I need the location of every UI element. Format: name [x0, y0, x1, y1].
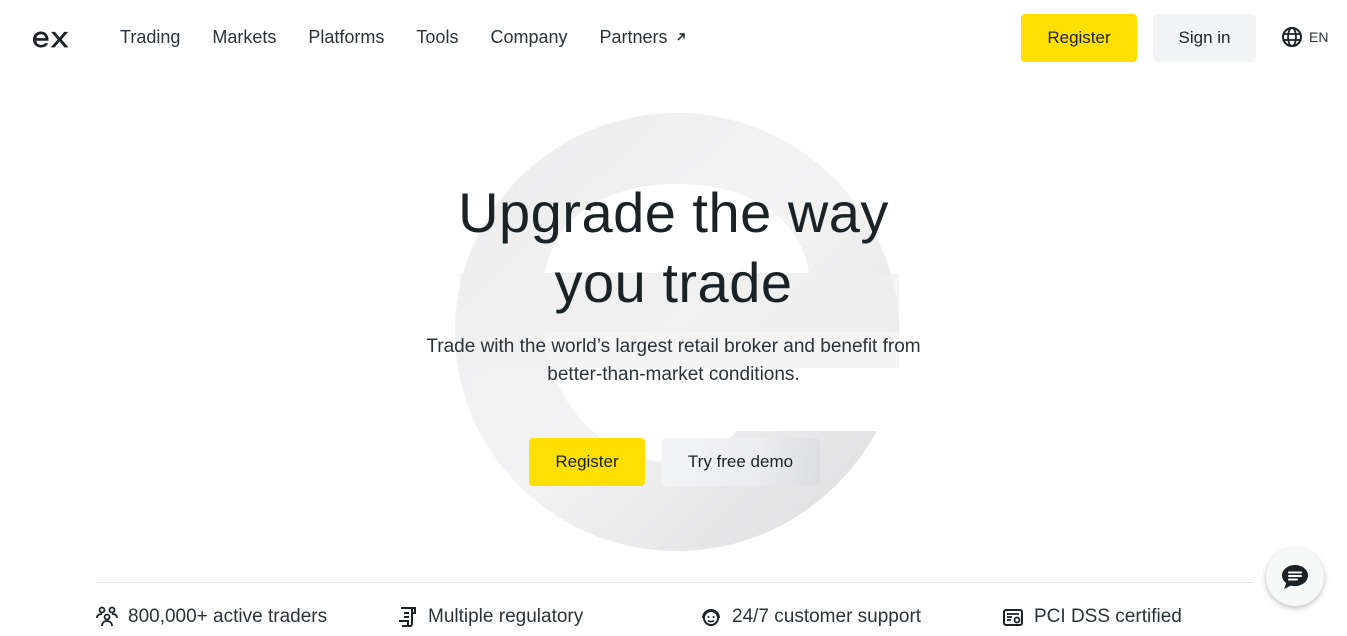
globe-icon	[1282, 27, 1302, 47]
support-smile-icon	[702, 609, 720, 626]
hero-title: Upgrade the way you trade	[300, 178, 1047, 318]
feature-pci-dss: PCI DSS certified	[1002, 606, 1182, 628]
nav-label: Company	[490, 27, 568, 47]
users-icon	[96, 606, 118, 627]
nav-label: Markets	[212, 27, 277, 47]
features-row: 800,000+ active traders Multiple regulat…	[96, 606, 1256, 636]
feature-support: 24/7 customer support	[700, 606, 921, 628]
feature-label: Multiple regulatory	[428, 606, 584, 627]
try-free-demo-button[interactable]: Try free demo	[661, 438, 820, 486]
hero-title-line-2: you trade	[554, 251, 793, 314]
nav-label: Platforms	[308, 27, 385, 47]
hero-subtitle-line-1: Trade with the world’s largest retail br…	[426, 336, 921, 357]
nav-tools[interactable]: Tools	[416, 24, 458, 50]
chat-bubble-icon	[1282, 565, 1308, 589]
nav-label: Partners	[599, 27, 668, 47]
feature-label: 800,000+ active traders	[128, 606, 328, 627]
header-register-button[interactable]: Register	[1021, 14, 1137, 62]
language-code: EN	[1309, 29, 1329, 45]
hero-register-button[interactable]: Register	[529, 438, 645, 486]
arrow-up-right-icon	[677, 33, 685, 41]
nav-platforms[interactable]: Platforms	[308, 24, 384, 50]
sign-in-button[interactable]: Sign in	[1153, 14, 1256, 62]
nav-trading[interactable]: Trading	[120, 24, 180, 50]
feature-regulatory: Multiple regulatory	[398, 606, 583, 628]
certificate-icon	[1003, 609, 1023, 626]
chat-button[interactable]	[1266, 548, 1324, 606]
nav-label: Tools	[416, 27, 459, 47]
nav-company[interactable]: Company	[490, 24, 567, 50]
section-divider	[96, 582, 1253, 583]
nav-partners[interactable]: Partners	[600, 24, 687, 50]
hero-subtitle-line-2: better-than-market conditions.	[547, 364, 800, 385]
main-nav: Trading Markets Platforms Tools Company …	[120, 24, 719, 50]
nav-markets[interactable]: Markets	[212, 24, 276, 50]
hero-subtitle: Trade with the world’s largest retail br…	[380, 333, 967, 389]
exness-logo[interactable]	[24, 20, 72, 52]
regulation-document-icon	[399, 607, 416, 627]
site-header: Trading Markets Platforms Tools Company …	[0, 0, 1347, 74]
nav-label: Trading	[120, 27, 181, 47]
feature-active-traders: 800,000+ active traders	[96, 606, 327, 628]
language-selector[interactable]: EN	[1281, 26, 1328, 48]
hero-title-line-1: Upgrade the way	[458, 181, 889, 244]
feature-label: PCI DSS certified	[1034, 606, 1182, 627]
feature-label: 24/7 customer support	[732, 606, 922, 627]
